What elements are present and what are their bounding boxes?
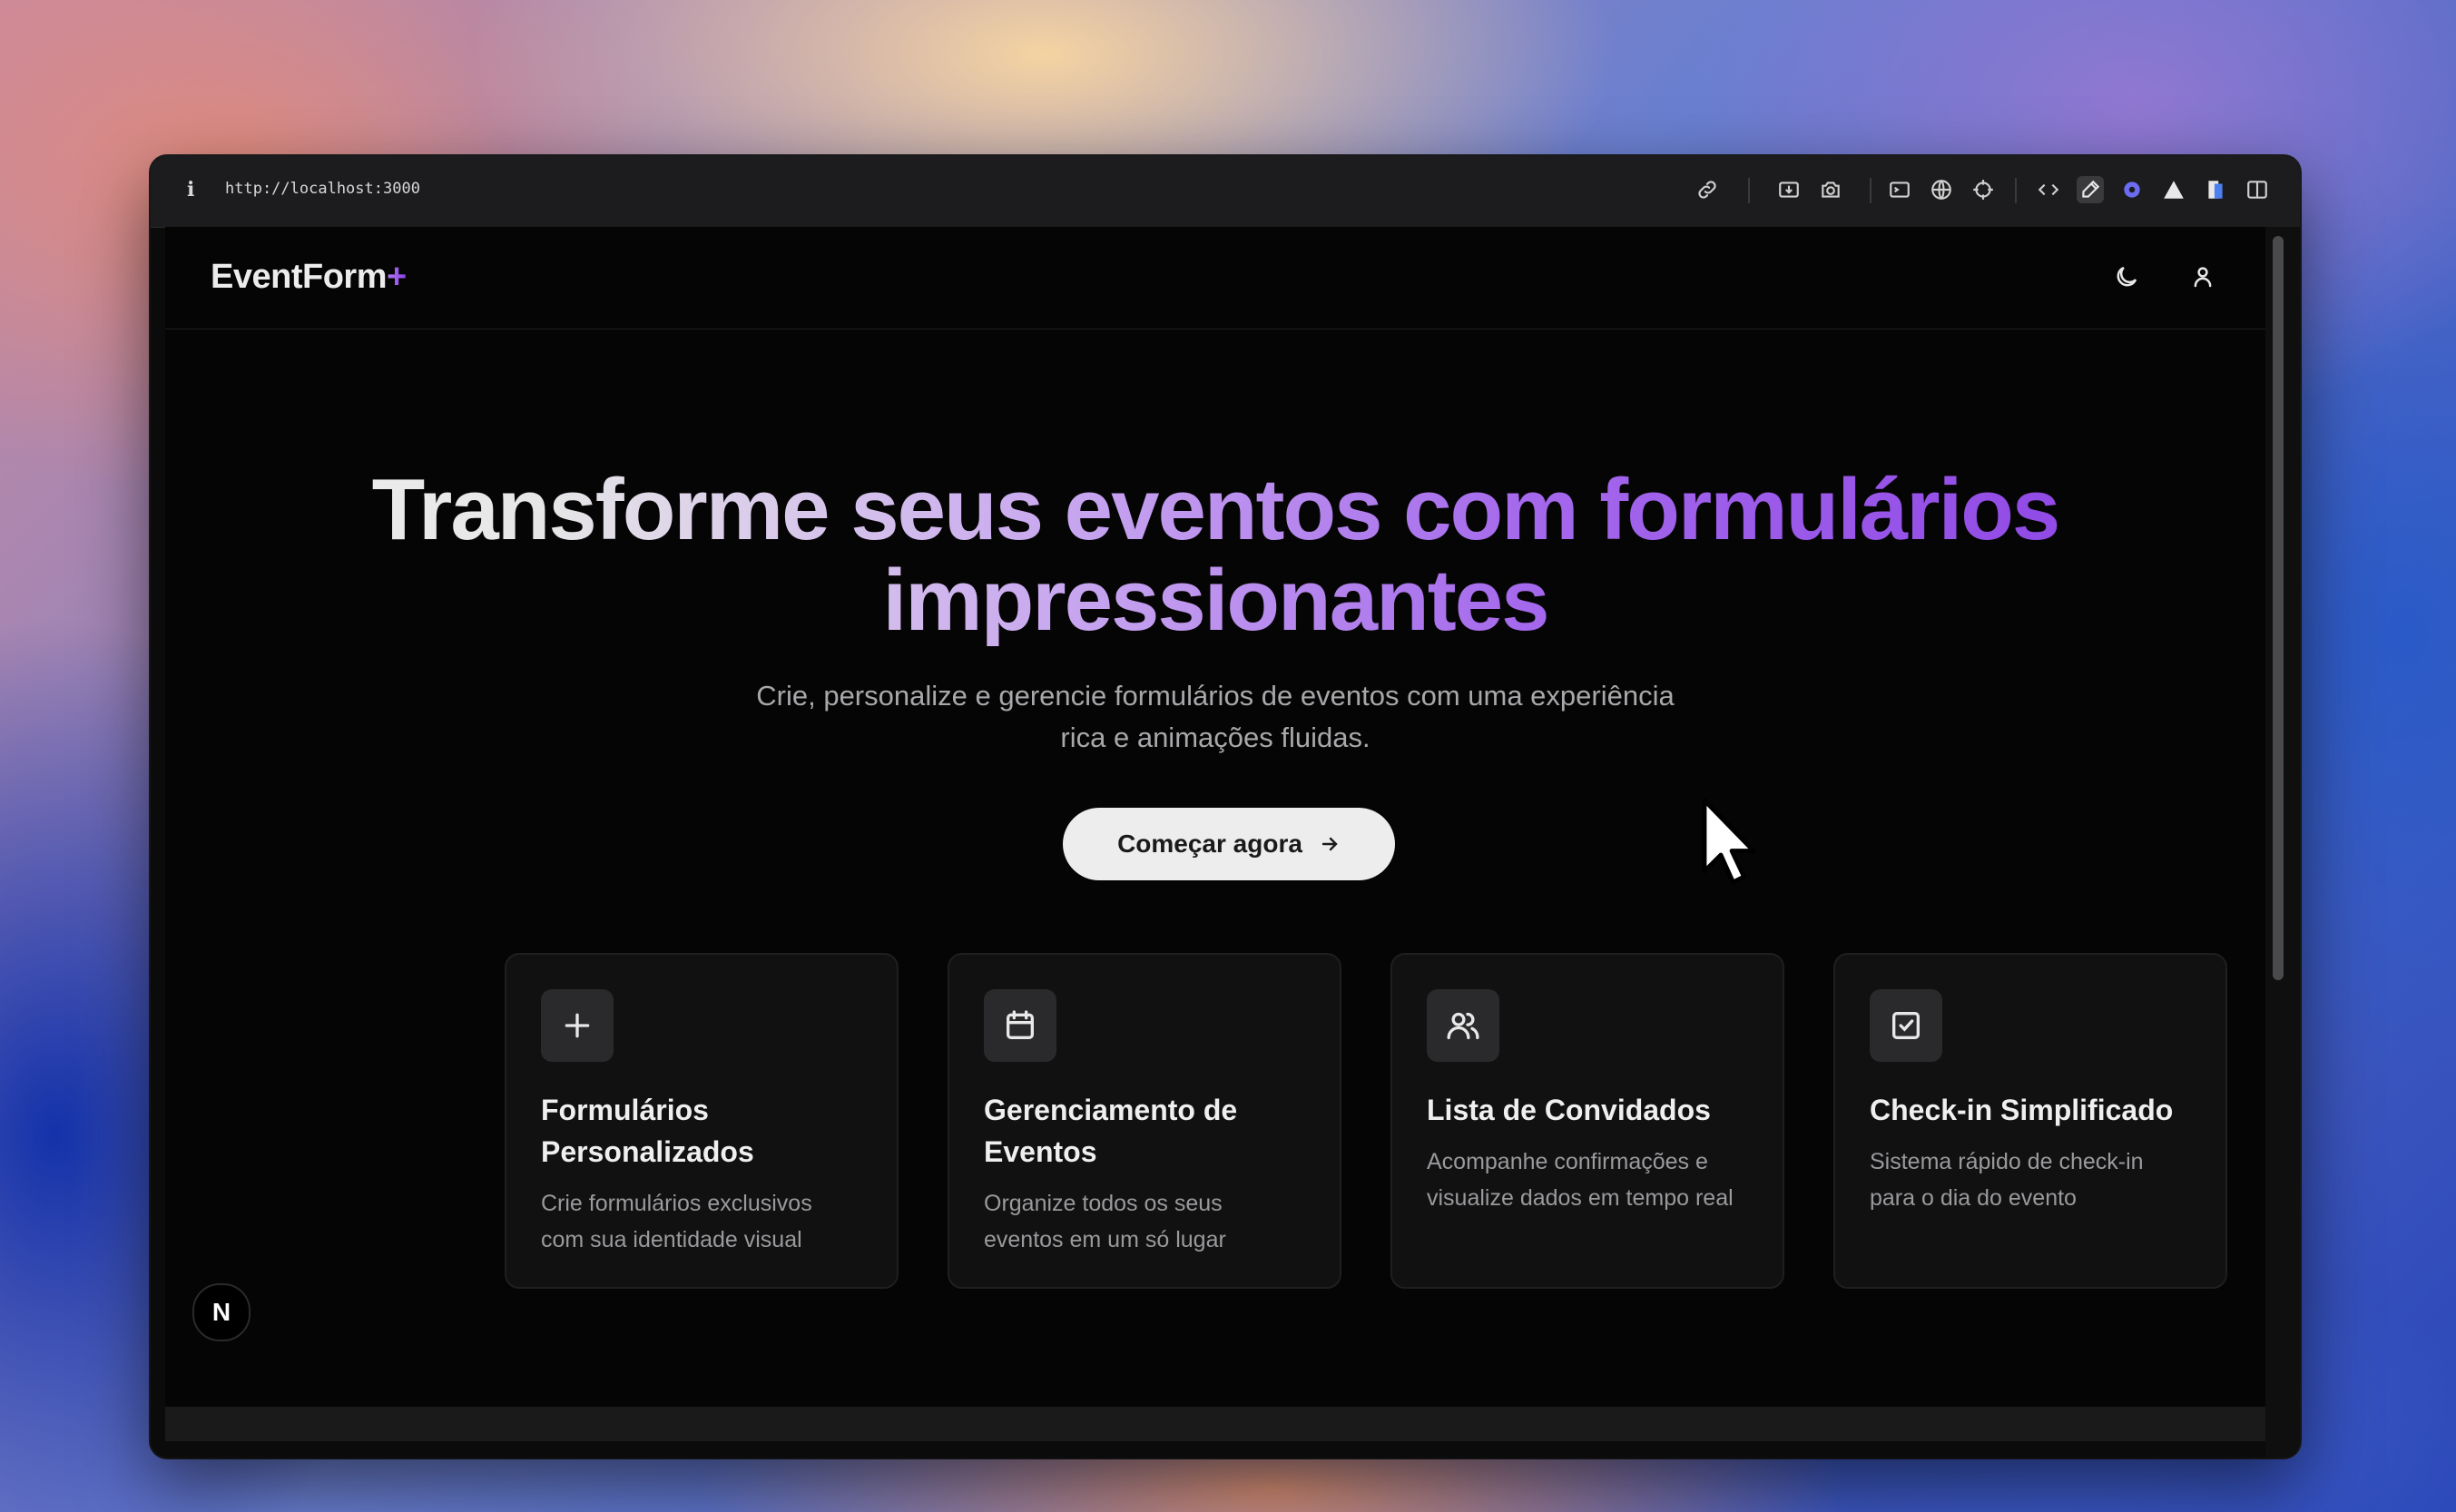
camera-icon[interactable] [1817,176,1844,203]
brand-logo[interactable]: EventForm+ [211,258,407,297]
hero-title-line-1: Transforme seus eventos com formulários [371,461,2059,558]
scrollbar-thumb[interactable] [2273,236,2284,980]
book-icon[interactable] [2202,176,2229,203]
toolbar-divider [2015,178,2017,203]
horizontal-scrollbar[interactable] [165,1407,2265,1441]
users-icon [1427,989,1499,1062]
get-started-label: Começar agora [1117,830,1302,858]
feature-description: Sistema rápido de check-in para o dia do… [1870,1149,2144,1211]
app-header: EventForm+ [165,227,2265,329]
feature-description: Acompanhe confirmações e visualize dados… [1427,1149,1734,1211]
sidebar-icon[interactable] [2244,176,2271,203]
feature-description: Organize todos os seus eventos em um só … [984,1191,1226,1252]
arrow-right-icon [1321,837,1338,851]
gear-icon[interactable] [2118,176,2146,203]
brand-name: EventForm [211,258,387,296]
moon-icon [2117,266,2137,287]
feature-card[interactable]: Check-in Simplificado Sistema rápido de … [1833,953,2227,1289]
feature-title: Check-in Simplificado [1870,1094,2174,1126]
plus-icon [541,989,614,1062]
toolbar-divider [1870,178,1871,203]
terminal-icon[interactable] [1886,176,1913,203]
feature-title: Gerenciamento de Eventos [984,1094,1238,1168]
code-icon[interactable] [2035,176,2062,203]
feature-card[interactable]: Lista de Convidados Acompanhe confirmaçõ… [1390,953,1784,1289]
get-started-button[interactable]: Começar agora [1063,808,1395,880]
browser-window: i http://localhost:3000 EventForm+ Trans… [151,156,2300,1458]
eyedropper-icon[interactable] [2077,176,2104,203]
page-viewport: EventForm+ Transforme seus eventos com f… [165,227,2265,1407]
theme-toggle-button[interactable] [2106,256,2147,298]
feature-card[interactable]: Gerenciamento de Eventos Organize todos … [948,953,1341,1289]
url-bar[interactable]: http://localhost:3000 [225,180,420,198]
feature-description: Crie formulários exclusivos com sua iden… [541,1191,812,1252]
hero-subtitle: Crie, personalize e gerencie formulários… [756,680,1675,753]
link-icon[interactable] [1694,176,1721,203]
dev-tools-badge[interactable]: N [192,1283,251,1341]
brand-plus: + [386,258,407,296]
feature-card[interactable]: Formulários Personalizados Crie formulár… [505,953,899,1289]
crosshair-icon[interactable] [1970,176,1997,203]
user-icon [2194,267,2212,288]
download-icon[interactable] [1775,176,1803,203]
browser-toolbar: i http://localhost:3000 [151,156,2300,228]
toolbar-divider [1748,178,1750,203]
mouse-cursor-icon [1702,798,1756,885]
check-square-icon [1870,989,1942,1062]
globe-icon[interactable] [1928,176,1955,203]
hero-title: Transforme seus eventos com formulários … [165,465,2265,646]
info-icon[interactable]: i [187,178,194,201]
feature-title: Formulários Personalizados [541,1094,754,1168]
feature-title: Lista de Convidados [1427,1094,1711,1126]
triangle-icon[interactable] [2160,176,2187,203]
calendar-icon [984,989,1056,1062]
user-menu-button[interactable] [2182,256,2224,298]
hero-title-line-2: impressionantes [882,552,1548,649]
